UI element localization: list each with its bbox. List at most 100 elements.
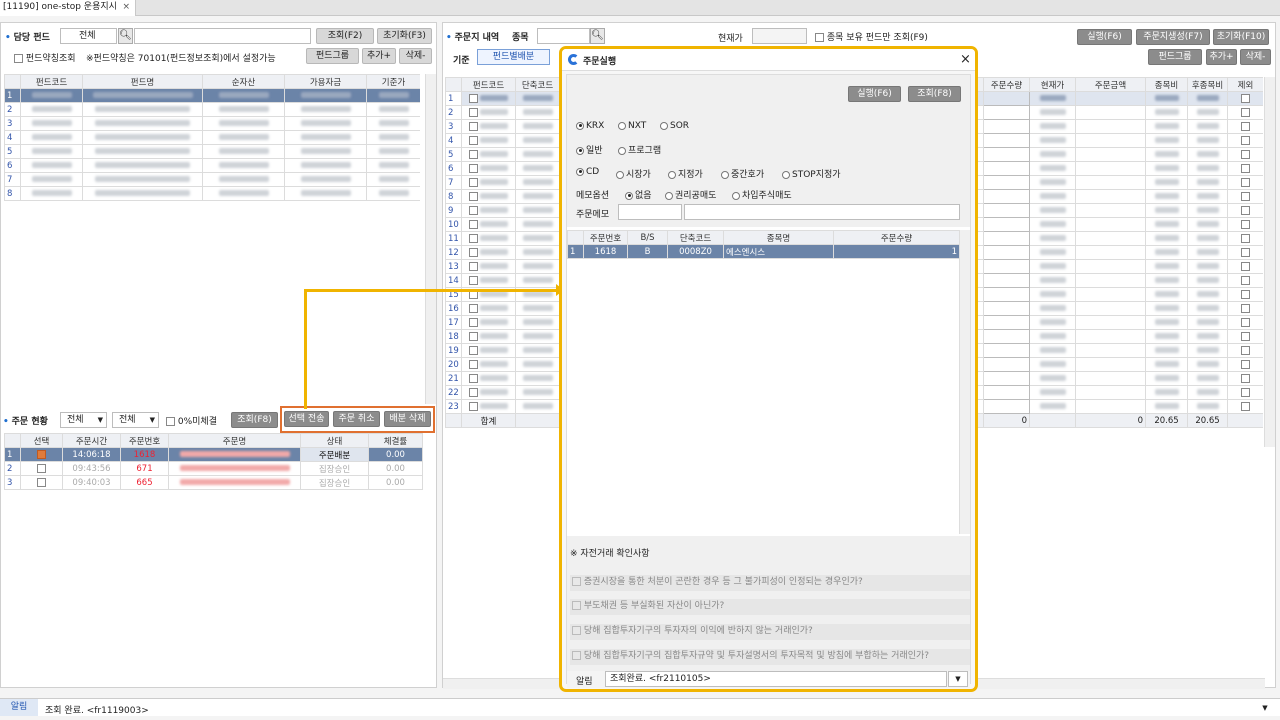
left-reset-button[interactable]: 초기화(F3) bbox=[377, 28, 432, 44]
right-add-button[interactable]: 추가+ bbox=[1206, 49, 1237, 65]
checklist-item[interactable]: 당해 집합투자기구의 투자자의 이익에 반하지 않는 거래인가? bbox=[570, 624, 970, 640]
col-short-code[interactable]: 단축코드 bbox=[667, 230, 724, 245]
exclude-checkbox[interactable] bbox=[1241, 219, 1250, 229]
row-checkbox[interactable] bbox=[468, 303, 478, 313]
dialog-table-scrollbar[interactable] bbox=[959, 230, 970, 534]
table-row[interactable]: 8 bbox=[4, 186, 420, 201]
col-order-name[interactable]: 주문명 bbox=[168, 433, 301, 448]
check-item-checkbox[interactable] bbox=[572, 651, 581, 660]
basis-tab[interactable]: 펀드별배분 bbox=[477, 49, 550, 65]
col-order-no[interactable]: 주문번호 bbox=[120, 433, 169, 448]
row-checkbox[interactable] bbox=[468, 177, 478, 187]
table-row[interactable]: 6 bbox=[4, 158, 420, 173]
exclude-checkbox[interactable] bbox=[1241, 93, 1250, 103]
chevron-down-icon[interactable]: ▼ bbox=[1258, 701, 1272, 715]
cancel-order-button[interactable]: 주문 취소 bbox=[333, 411, 380, 427]
radio-market-price[interactable] bbox=[616, 170, 624, 179]
right-reset-button[interactable]: 초기화(F10) bbox=[1213, 29, 1269, 45]
dialog-query-button[interactable]: 조회(F8) bbox=[908, 86, 961, 102]
check-item-checkbox[interactable] bbox=[572, 626, 581, 635]
order-memo-input-2[interactable] bbox=[684, 204, 960, 220]
order-filter-select-1[interactable]: 전체 ▼ bbox=[60, 412, 107, 428]
row-checkbox[interactable] bbox=[468, 149, 478, 159]
radio-sor[interactable] bbox=[660, 121, 668, 130]
row-checkbox[interactable] bbox=[37, 463, 46, 473]
left-query-button[interactable]: 조회(F2) bbox=[316, 28, 374, 44]
exclude-checkbox[interactable] bbox=[1241, 289, 1250, 299]
row-checkbox[interactable] bbox=[468, 219, 478, 229]
exclude-checkbox[interactable] bbox=[1241, 261, 1250, 271]
radio-stop-limit[interactable] bbox=[782, 170, 790, 179]
col-fill-rate[interactable]: 체결률 bbox=[368, 433, 423, 448]
row-checkbox[interactable] bbox=[468, 233, 478, 243]
table-row[interactable]: 2 bbox=[4, 102, 420, 117]
chevron-down-icon[interactable]: ▼ bbox=[948, 671, 968, 687]
check-item-checkbox[interactable] bbox=[572, 601, 581, 610]
col-net-asset[interactable]: 순자산 bbox=[202, 74, 285, 89]
window-tab[interactable]: [11190] one-stop 운용지시 × bbox=[0, 0, 136, 16]
col-order-no[interactable]: 주문번호 bbox=[583, 230, 628, 245]
radio-mid-price[interactable] bbox=[721, 170, 729, 179]
table-row[interactable]: 1 bbox=[4, 88, 420, 103]
delete-allocation-button[interactable]: 배분 삭제 bbox=[384, 411, 431, 427]
radio-memo-none[interactable] bbox=[625, 191, 633, 200]
fund-abbr-checkbox[interactable] bbox=[14, 54, 23, 63]
col-short-code[interactable]: 단축코드 bbox=[515, 77, 560, 92]
exclude-checkbox[interactable] bbox=[1241, 163, 1250, 173]
radio-krx[interactable] bbox=[576, 121, 584, 130]
col-available[interactable]: 가용자금 bbox=[284, 74, 367, 89]
col-exclude[interactable]: 제외 bbox=[1227, 77, 1263, 92]
radio-normal[interactable] bbox=[576, 146, 584, 155]
row-checkbox[interactable] bbox=[468, 373, 478, 383]
col-stock-name[interactable]: 종목명 bbox=[723, 230, 834, 245]
dialog-run-button[interactable]: 실행(F6) bbox=[848, 86, 901, 102]
exclude-checkbox[interactable] bbox=[1241, 177, 1250, 187]
table-row[interactable]: 3 bbox=[4, 116, 420, 131]
col-fund-name[interactable]: 펀드명 bbox=[82, 74, 203, 89]
check-item-checkbox[interactable] bbox=[572, 577, 581, 586]
exclude-checkbox[interactable] bbox=[1241, 331, 1250, 341]
row-checkbox[interactable] bbox=[468, 121, 478, 131]
radio-program[interactable] bbox=[618, 146, 626, 155]
row-checkbox[interactable] bbox=[37, 477, 46, 487]
checklist-item[interactable]: 증권시장을 통한 처분이 곤란한 경우 등 그 불가피성이 인정되는 경우인가? bbox=[570, 575, 970, 591]
create-order-sheet-button[interactable]: 주문지생성(F7) bbox=[1136, 29, 1210, 45]
col-order-qty[interactable]: 주문수량 bbox=[833, 230, 960, 245]
order-memo-input-1[interactable] bbox=[618, 204, 682, 220]
col-order-amount[interactable]: 주문금액 bbox=[1075, 77, 1146, 92]
order-query-button[interactable]: 조회(F8) bbox=[231, 412, 278, 428]
exclude-checkbox[interactable] bbox=[1241, 247, 1250, 257]
close-icon[interactable]: × bbox=[960, 52, 971, 67]
order-sheet-scrollbar[interactable] bbox=[1264, 77, 1275, 447]
table-row[interactable]: 5 bbox=[4, 144, 420, 159]
exclude-checkbox[interactable] bbox=[1241, 205, 1250, 215]
row-checkbox[interactable] bbox=[468, 191, 478, 201]
exclude-checkbox[interactable] bbox=[1241, 233, 1250, 243]
send-selected-button[interactable]: 선택 전송 bbox=[284, 411, 329, 427]
exclude-checkbox[interactable] bbox=[1241, 317, 1250, 327]
table-row[interactable]: 7 bbox=[4, 172, 420, 187]
exclude-checkbox[interactable] bbox=[1241, 149, 1250, 159]
right-delete-button[interactable]: 삭제- bbox=[1240, 49, 1271, 65]
exclude-checkbox[interactable] bbox=[1241, 107, 1250, 117]
row-checkbox[interactable] bbox=[468, 317, 478, 327]
left-add-button[interactable]: 추가+ bbox=[362, 48, 396, 64]
right-run-button[interactable]: 실행(F6) bbox=[1077, 29, 1132, 45]
col-current-price[interactable]: 현재가 bbox=[1029, 77, 1076, 92]
row-checkbox[interactable] bbox=[468, 247, 478, 257]
table-row[interactable]: 2 09:43:56 671 집장승인 0.00 bbox=[4, 461, 423, 476]
table-row[interactable]: 4 bbox=[4, 130, 420, 145]
exclude-checkbox[interactable] bbox=[1241, 401, 1250, 411]
row-checkbox[interactable] bbox=[468, 331, 478, 341]
row-checkbox[interactable] bbox=[468, 345, 478, 355]
radio-short-sale[interactable] bbox=[665, 191, 673, 200]
table-row[interactable]: 1 14:06:18 1618 주문배분 0.00 bbox=[4, 447, 423, 462]
radio-limit-price[interactable] bbox=[668, 170, 676, 179]
col-bs[interactable]: B/S bbox=[627, 230, 668, 245]
exclude-checkbox[interactable] bbox=[1241, 373, 1250, 383]
col-select[interactable]: 선택 bbox=[20, 433, 63, 448]
search-icon[interactable]: 🔍︎ bbox=[118, 28, 133, 44]
fund-select[interactable]: 전체 bbox=[60, 28, 117, 44]
row-checkbox[interactable] bbox=[468, 401, 478, 411]
checklist-item[interactable]: 부도채권 등 부실화된 자산이 아닌가? bbox=[570, 599, 970, 615]
